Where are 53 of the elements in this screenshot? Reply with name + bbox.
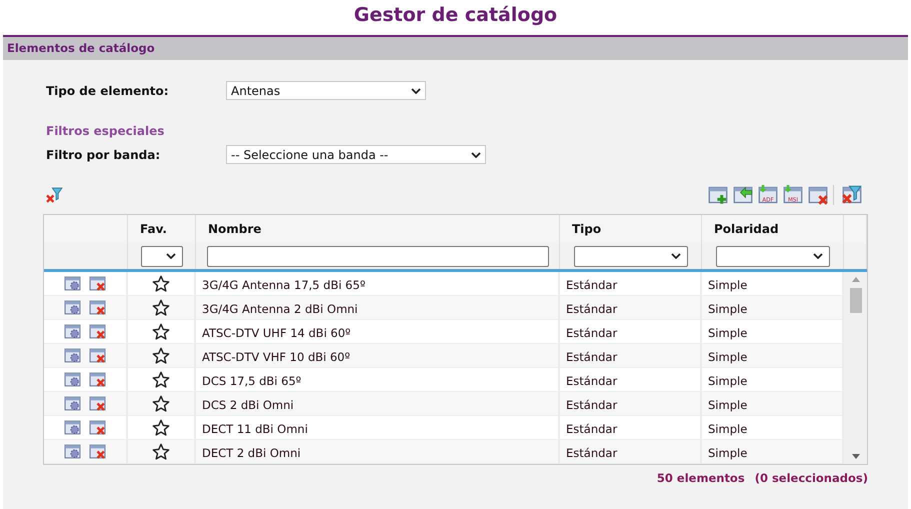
window-settings-icon[interactable] xyxy=(64,299,81,316)
page-title: Gestor de catálogo xyxy=(352,3,558,28)
star-icon[interactable] xyxy=(152,394,170,412)
table-cell: DECT 2 dBi Omni xyxy=(196,440,560,463)
column-header[interactable]: Nombre xyxy=(196,215,560,243)
clear-filter-icon[interactable] xyxy=(46,186,63,204)
star-icon[interactable] xyxy=(152,298,170,316)
window-settings-icon[interactable] xyxy=(64,323,81,340)
window-settings-icon[interactable] xyxy=(64,371,81,388)
star-icon[interactable] xyxy=(152,418,170,436)
item-count: 50 elementos xyxy=(656,471,745,485)
star-icon[interactable] xyxy=(152,322,170,340)
star-icon[interactable] xyxy=(152,274,170,292)
delete-window-icon[interactable] xyxy=(89,299,106,316)
column-header[interactable]: Tipo xyxy=(560,215,702,243)
star-icon[interactable] xyxy=(152,442,170,460)
window-settings-icon[interactable] xyxy=(64,443,81,460)
window-settings-icon[interactable] xyxy=(64,275,81,292)
window-settings-icon[interactable] xyxy=(64,347,81,364)
delete-window-icon[interactable] xyxy=(89,275,106,292)
scroll-thumb[interactable] xyxy=(850,288,862,313)
chevron-icon xyxy=(411,88,421,94)
delete-window-icon[interactable] xyxy=(89,371,106,388)
delete-window-icon[interactable] xyxy=(89,443,106,460)
selection-count: (0 seleccionados) xyxy=(754,471,868,485)
chevron-icon xyxy=(670,253,680,259)
type-dropdown[interactable]: Antenas xyxy=(226,81,426,100)
delete-window-icon[interactable] xyxy=(89,323,106,340)
delete-window-icon[interactable] xyxy=(89,395,106,412)
add-window-icon[interactable] xyxy=(708,185,728,205)
delete-window-icon[interactable] xyxy=(89,419,106,436)
table-cell: Estándar xyxy=(560,440,702,463)
scroll-down-icon[interactable] xyxy=(852,454,860,459)
window-settings-icon[interactable] xyxy=(64,419,81,436)
clear-filter-icon[interactable] xyxy=(842,185,862,205)
section-header: Elementos de catálogo xyxy=(3,37,908,60)
star-icon[interactable] xyxy=(152,346,170,364)
window-settings-icon[interactable] xyxy=(64,395,81,412)
band-dropdown[interactable]: -- Seleccione una banda -- xyxy=(226,145,486,164)
column-header[interactable]: Fav. xyxy=(128,215,196,243)
filter-dropdown[interactable] xyxy=(140,246,182,266)
field-label: Filtro por banda: xyxy=(46,148,162,162)
delete-window-icon[interactable] xyxy=(89,347,106,364)
chevron-icon xyxy=(812,253,822,259)
star-icon[interactable] xyxy=(152,370,170,388)
section-subtitle: Filtros especiales xyxy=(46,124,166,138)
delete-window-icon[interactable] xyxy=(808,185,828,205)
column-header[interactable]: Polaridad xyxy=(702,215,844,243)
filter-input[interactable] xyxy=(206,246,548,266)
chevron-icon xyxy=(471,152,481,158)
field-label: Tipo de elemento: xyxy=(46,84,170,98)
chevron-icon xyxy=(166,253,176,259)
import-icon[interactable] xyxy=(733,185,753,205)
